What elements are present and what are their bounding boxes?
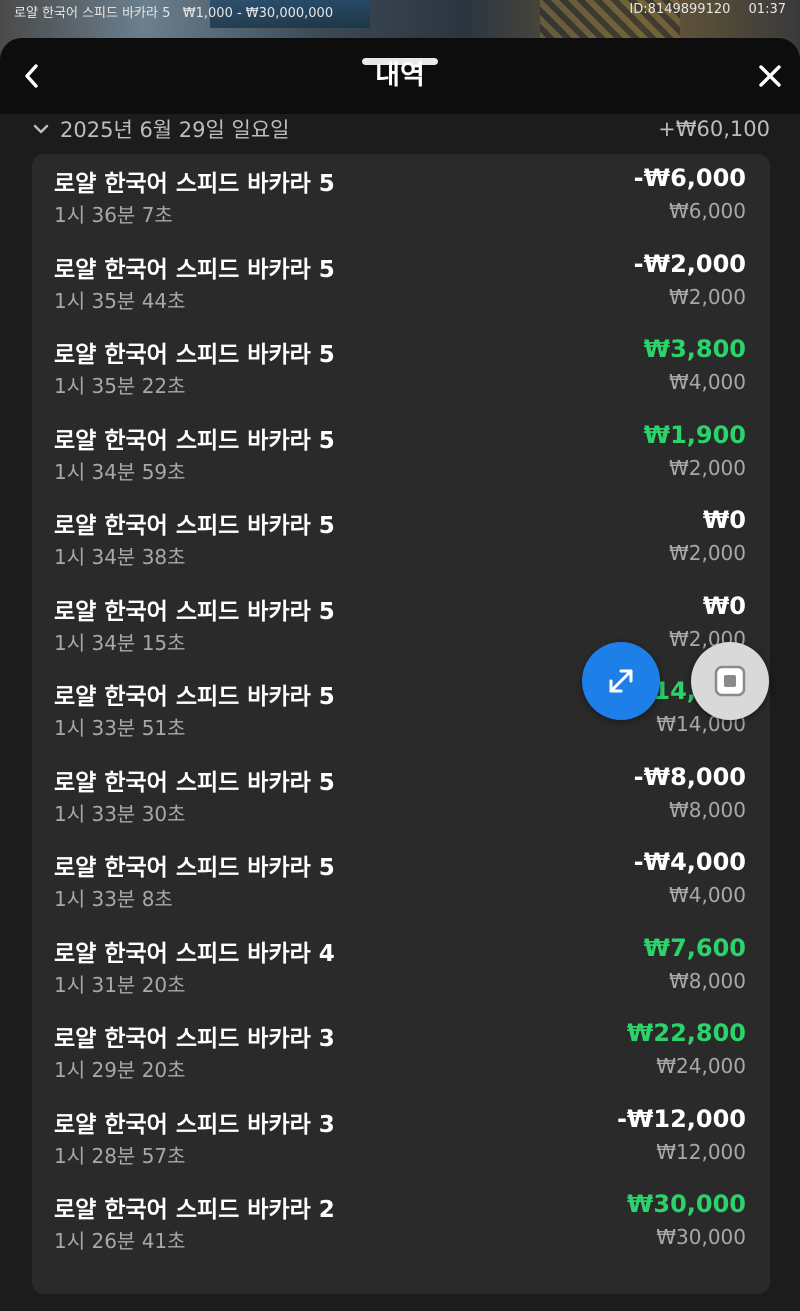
game-info: 로얄 한국어 스피드 바카라 5 ₩1,000 - ₩30,000,000: [14, 2, 333, 21]
row-bet: ₩8,000: [668, 798, 746, 822]
row-bet: ₩12,000: [656, 1140, 746, 1164]
row-time: 1시 29분 20초: [54, 1058, 186, 1082]
history-row[interactable]: 로얄 한국어 스피드 바카라 5 1시 33분 30초 -₩8,000 ₩8,0…: [32, 753, 770, 839]
chevron-left-icon: [25, 64, 38, 88]
row-result: -₩12,000: [616, 1105, 746, 1133]
row-game-name: 로얄 한국어 스피드 바카라 5: [54, 171, 335, 197]
row-time: 1시 26분 41초: [54, 1229, 186, 1253]
game-name: 로얄 한국어 스피드 바카라 5: [14, 6, 171, 21]
row-result: ₩0: [702, 592, 746, 620]
stop-button[interactable]: [691, 642, 769, 720]
date-group-toggle[interactable]: 2025년 6월 29일 일요일 +₩60,100: [32, 112, 770, 146]
row-time: 1시 35분 22초: [54, 374, 186, 398]
row-game-name: 로얄 한국어 스피드 바카라 5: [54, 257, 335, 283]
row-game-name: 로얄 한국어 스피드 바카라 3: [54, 1112, 335, 1138]
row-result: -₩8,000: [633, 763, 746, 791]
row-result: ₩30,000: [626, 1190, 746, 1218]
row-result: -₩4,000: [633, 848, 746, 876]
row-bet: ₩2,000: [668, 541, 746, 565]
row-time: 1시 31분 20초: [54, 973, 186, 997]
history-row[interactable]: 로얄 한국어 스피드 바카라 5 1시 33분 8초 -₩4,000 ₩4,00…: [32, 838, 770, 924]
sheet-grab-handle[interactable]: [362, 58, 438, 65]
row-game-name: 로얄 한국어 스피드 바카라 5: [54, 855, 335, 881]
expand-arrows-icon: [609, 669, 633, 693]
history-row[interactable]: 로얄 한국어 스피드 바카라 5 1시 35분 22초 ₩3,800 ₩4,00…: [32, 325, 770, 411]
history-row[interactable]: 로얄 한국어 스피드 바카라 2 1시 26분 41초 ₩30,000 ₩30,…: [32, 1180, 770, 1266]
row-result: ₩22,800: [626, 1019, 746, 1047]
date-label: 2025년 6월 29일 일요일: [60, 118, 290, 142]
row-bet: ₩2,000: [668, 285, 746, 309]
row-bet: ₩6,000: [668, 199, 746, 223]
history-row[interactable]: 로얄 한국어 스피드 바카라 3 1시 28분 57초 -₩12,000 ₩12…: [32, 1095, 770, 1181]
session-info: ID:8149899120 01:37: [615, 2, 786, 17]
row-game-name: 로얄 한국어 스피드 바카라 5: [54, 770, 335, 796]
row-result: -₩2,000: [633, 250, 746, 278]
row-game-name: 로얄 한국어 스피드 바카라 5: [54, 428, 335, 454]
row-bet: ₩2,000: [668, 456, 746, 480]
row-time: 1시 35분 44초: [54, 289, 186, 313]
history-row[interactable]: 로얄 한국어 스피드 바카라 3 1시 29분 20초 ₩22,800 ₩24,…: [32, 1009, 770, 1095]
row-time: 1시 33분 30초: [54, 802, 186, 826]
clock: 01:37: [748, 2, 786, 17]
row-bet: ₩8,000: [668, 969, 746, 993]
row-bet: ₩30,000: [656, 1225, 746, 1249]
row-game-name: 로얄 한국어 스피드 바카라 5: [54, 513, 335, 539]
history-row[interactable]: 로얄 한국어 스피드 바카라 4 1시 31분 20초 ₩7,600 ₩8,00…: [32, 924, 770, 1010]
row-result: ₩1,900: [643, 421, 746, 449]
close-button[interactable]: [752, 58, 788, 94]
history-row[interactable]: 로얄 한국어 스피드 바카라 5 1시 34분 59초 ₩1,900 ₩2,00…: [32, 411, 770, 497]
bet-range: ₩1,000 - ₩30,000,000: [182, 6, 334, 21]
row-time: 1시 33분 51초: [54, 716, 186, 740]
row-game-name: 로얄 한국어 스피드 바카라 5: [54, 342, 335, 368]
history-row[interactable]: 로얄 한국어 스피드 바카라 5 1시 34분 38초 ₩0 ₩2,000: [32, 496, 770, 582]
chevron-down-icon: [33, 124, 49, 134]
row-game-name: 로얄 한국어 스피드 바카라 5: [54, 599, 335, 625]
row-game-name: 로얄 한국어 스피드 바카라 3: [54, 1026, 335, 1052]
row-result: ₩3,800: [643, 335, 746, 363]
row-time: 1시 36분 7초: [54, 203, 173, 227]
user-id: ID:8149899120: [629, 2, 731, 17]
row-result: ₩0: [702, 506, 746, 534]
row-time: 1시 34분 15초: [54, 631, 186, 655]
page-title: 내역: [375, 60, 425, 91]
row-game-name: 로얄 한국어 스피드 바카라 5: [54, 684, 335, 710]
row-bet: ₩4,000: [668, 883, 746, 907]
sheet-header: 내역: [0, 38, 800, 114]
expand-button[interactable]: [582, 642, 660, 720]
row-game-name: 로얄 한국어 스피드 바카라 4: [54, 941, 335, 967]
stop-icon: [714, 665, 746, 697]
history-row[interactable]: 로얄 한국어 스피드 바카라 5 1시 34분 15초 ₩0 ₩2,000: [32, 582, 770, 668]
row-time: 1시 33분 8초: [54, 887, 173, 911]
history-row[interactable]: 로얄 한국어 스피드 바카라 5 1시 36분 7초 -₩6,000 ₩6,00…: [32, 154, 770, 240]
row-bet: ₩4,000: [668, 370, 746, 394]
row-time: 1시 34분 59초: [54, 460, 186, 484]
row-bet: ₩24,000: [656, 1054, 746, 1078]
row-time: 1시 28분 57초: [54, 1144, 186, 1168]
back-button[interactable]: [14, 58, 50, 94]
history-list: 로얄 한국어 스피드 바카라 5 1시 36분 7초 -₩6,000 ₩6,00…: [32, 154, 770, 1294]
history-row[interactable]: 로얄 한국어 스피드 바카라 5 1시 35분 44초 -₩2,000 ₩2,0…: [32, 240, 770, 326]
row-time: 1시 34분 38초: [54, 545, 186, 569]
date-group-left: 2025년 6월 29일 일요일: [32, 114, 289, 144]
row-result: -₩6,000: [633, 164, 746, 192]
date-total: +₩60,100: [658, 117, 770, 141]
row-result: ₩7,600: [643, 934, 746, 962]
close-icon: [759, 65, 781, 87]
row-game-name: 로얄 한국어 스피드 바카라 2: [54, 1197, 335, 1223]
